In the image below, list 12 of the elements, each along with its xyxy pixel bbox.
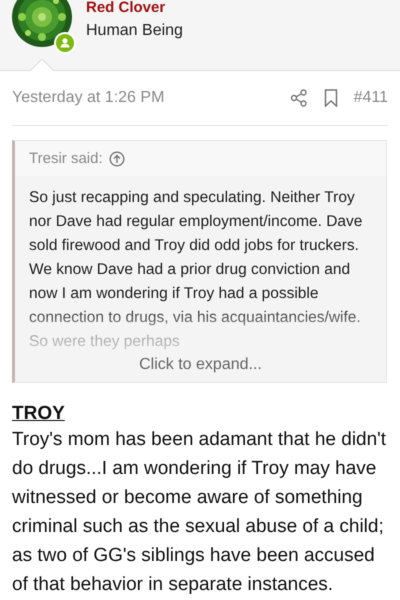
- post-text: Troy's mom has been adamant that he didn't do drugs...I am wondering if Troy may have witnessed or become aware of something criminal such as the sexual abuse of a child; as two of GG's siblings have been accused of that behavior in separate instances.: [12, 428, 388, 597]
- arrow-up-icon[interactable]: [108, 150, 125, 166]
- post-heading: TROY: [12, 403, 66, 425]
- bookmark-icon[interactable]: [324, 89, 338, 107]
- author-name[interactable]: Red Clover: [86, 0, 183, 16]
- post-time[interactable]: Yesterday at 1:26 PM: [12, 89, 274, 107]
- quote-attribution[interactable]: Tresir said:: [29, 150, 103, 167]
- post-number[interactable]: #411: [354, 89, 388, 107]
- quote-text: So just recapping and speculating. Neither Troy nor Dave had regular employment/income. Dave sold firewood and Troy did odd jobs for truckers. We know Dave had a prior drug conviction and now I am wondering if Troy had a possible connection to drugs, via his acquaintancies/wife. So were they perhaps: [29, 188, 364, 352]
- share-icon[interactable]: [290, 89, 308, 107]
- expand-link[interactable]: Click to expand...: [139, 356, 262, 374]
- user-title: Human Being: [86, 22, 183, 40]
